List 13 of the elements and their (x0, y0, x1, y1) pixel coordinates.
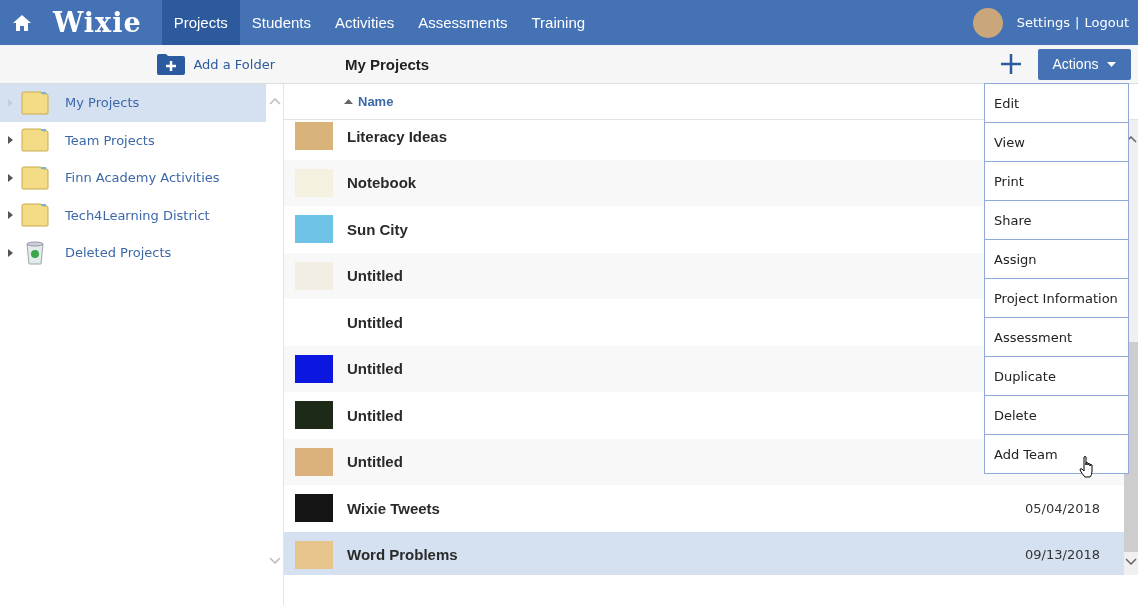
project-name: Notebook (347, 174, 417, 192)
project-name: Untitled (347, 406, 403, 424)
project-name: Wixie Tweets (347, 499, 440, 517)
separator: | (1075, 15, 1080, 30)
modified-date: 09/13/2018 (1025, 547, 1100, 563)
page-title: My Projects (345, 55, 430, 73)
project-name: Word Problems (347, 546, 458, 564)
project-name: Sun City (347, 220, 408, 238)
project-name: Untitled (347, 360, 403, 378)
project-name: Untitled (347, 267, 403, 285)
project-name: Untitled (347, 453, 403, 471)
modified-date: 05/04/2018 (1025, 500, 1100, 516)
project-name: Literacy Ideas (347, 127, 448, 145)
